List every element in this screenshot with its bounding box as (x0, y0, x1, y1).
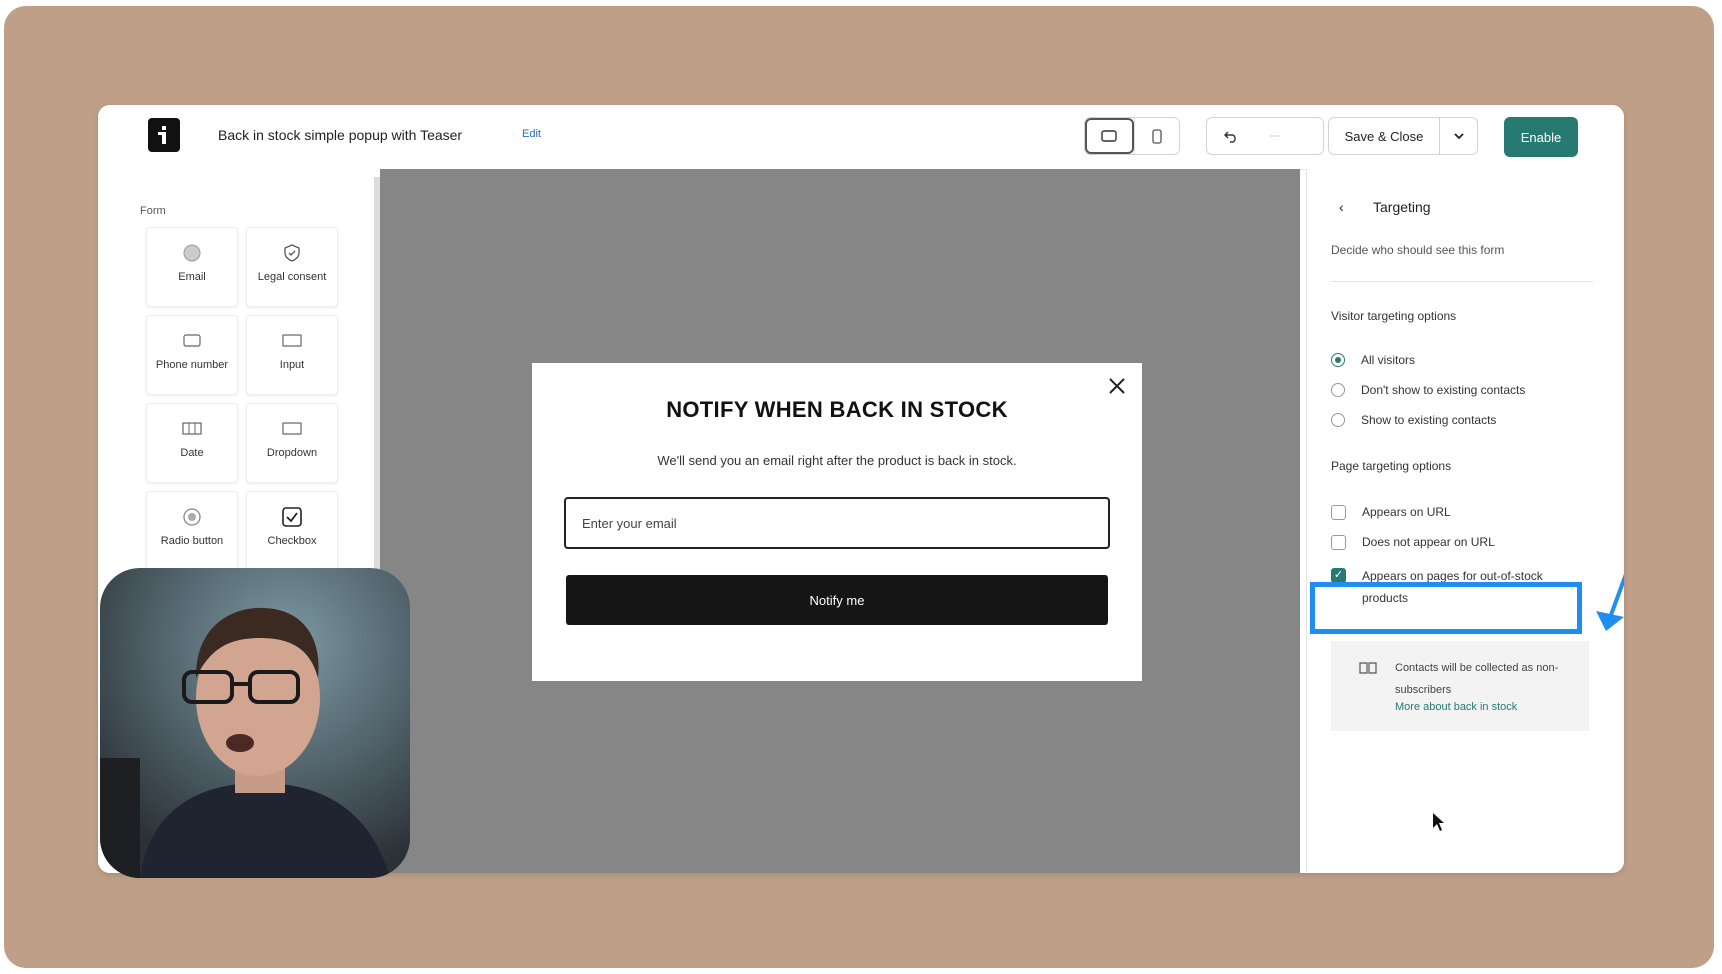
preview-canvas: NOTIFY WHEN BACK IN STOCK We'll send you… (380, 169, 1300, 873)
email-icon (182, 242, 202, 264)
undo-icon (1224, 131, 1236, 143)
redo-button[interactable] (1269, 134, 1281, 138)
popup-title: NOTIFY WHEN BACK IN STOCK (666, 397, 1008, 422)
checkbox-appears-on-url[interactable]: Appears on URL (1331, 505, 1451, 520)
logo-icon (158, 126, 166, 144)
desktop-view-button[interactable] (1085, 118, 1134, 154)
radio-unselected[interactable] (1331, 413, 1345, 427)
mobile-view-button[interactable] (1133, 118, 1180, 154)
visitor-targeting-heading: Visitor targeting options (1331, 309, 1457, 323)
tile-label: Checkbox (267, 535, 317, 547)
checkbox-unchecked[interactable] (1331, 505, 1346, 520)
element-tile-legal-consent[interactable]: Legal consent (246, 227, 338, 307)
book-icon (1359, 661, 1377, 680)
element-tile-radio[interactable]: Radio button (146, 491, 238, 571)
radio-selected[interactable] (1331, 353, 1345, 367)
option-label: Show to existing contacts (1361, 413, 1497, 427)
redo-icon (1270, 135, 1280, 137)
radio-unselected[interactable] (1331, 383, 1345, 397)
tile-label: Phone number (155, 359, 229, 371)
element-tile-input[interactable]: Input (246, 315, 338, 395)
annotation-arrow (1596, 573, 1624, 631)
checkbox-icon (282, 506, 302, 528)
checkbox-not-on-url[interactable]: Does not appear on URL (1331, 535, 1495, 550)
save-close-button[interactable]: Save & Close (1328, 117, 1440, 155)
tile-label: Date (180, 447, 204, 459)
top-bar: Back in stock simple popup with Teaser E… (98, 105, 1624, 170)
radio-dont-show-existing[interactable]: Don't show to existing contacts (1331, 383, 1525, 397)
close-icon[interactable] (1106, 375, 1128, 397)
tile-label: Dropdown (266, 447, 318, 459)
tile-label: Email (178, 271, 206, 283)
element-tile-dropdown[interactable]: Dropdown (246, 403, 338, 483)
option-label: Don't show to existing contacts (1361, 383, 1526, 397)
email-field[interactable]: Enter your email (564, 497, 1110, 549)
radio-all-visitors[interactable]: All visitors (1331, 353, 1415, 367)
app-logo[interactable] (148, 118, 180, 152)
chevron-down-icon (1453, 133, 1464, 140)
option-label: All visitors (1361, 353, 1416, 367)
tile-label: Legal consent (257, 271, 327, 283)
element-tile-email[interactable]: Email (146, 227, 238, 307)
page-targeting-heading: Page targeting options (1331, 459, 1452, 473)
panel-title: Targeting (1373, 199, 1431, 215)
form-title: Back in stock simple popup with Teaser (218, 127, 463, 143)
tile-label: Radio button (160, 535, 224, 547)
presenter-webcam (100, 568, 410, 878)
checkbox-checked[interactable]: ✓ (1331, 568, 1346, 583)
radio-show-existing[interactable]: Show to existing contacts (1331, 413, 1496, 427)
save-options-dropdown[interactable] (1440, 117, 1478, 155)
checkbox-unchecked[interactable] (1331, 535, 1346, 550)
info-text: Contacts will be collected as non-subscr… (1395, 662, 1559, 696)
shield-icon (284, 242, 300, 264)
option-label: Does not appear on URL (1362, 535, 1495, 549)
element-tile-phone[interactable]: Phone number (146, 315, 238, 395)
radio-icon (182, 506, 202, 528)
popup-subtitle: We'll send you an email right after the … (657, 453, 1017, 468)
annotation-highlight-box (1310, 582, 1582, 634)
element-tile-checkbox[interactable]: Checkbox (246, 491, 338, 571)
enable-button[interactable]: Enable (1504, 117, 1578, 157)
phone-icon (183, 330, 201, 352)
targeting-panel: ‹ Targeting Decide who should see this f… (1306, 169, 1624, 873)
email-placeholder: Enter your email (582, 515, 677, 531)
notify-me-button[interactable]: Notify me (566, 575, 1108, 625)
desktop-icon (1101, 129, 1117, 142)
popup-preview[interactable]: NOTIFY WHEN BACK IN STOCK We'll send you… (532, 363, 1142, 681)
calendar-icon (182, 418, 202, 440)
section-label: Form (140, 205, 166, 217)
device-toggle (1084, 117, 1180, 155)
option-label: Appears on URL (1362, 505, 1451, 519)
back-chevron-icon[interactable]: ‹ (1339, 199, 1344, 215)
mouse-cursor-icon (1433, 813, 1444, 831)
video-frame: Back in stock simple popup with Teaser E… (4, 6, 1714, 968)
undo-redo-group (1206, 117, 1324, 155)
element-tile-date[interactable]: Date (146, 403, 238, 483)
tile-label: Input (279, 359, 305, 371)
input-icon (282, 330, 302, 352)
panel-description: Decide who should see this form (1331, 243, 1505, 257)
undo-button[interactable] (1223, 129, 1239, 143)
edit-title-link[interactable]: Edit (522, 128, 541, 140)
info-callout: Contacts will be collected as non-subscr… (1331, 641, 1589, 731)
info-link[interactable]: More about back in stock (1395, 701, 1517, 713)
dropdown-icon (282, 418, 302, 440)
mobile-icon (1152, 128, 1162, 144)
divider (1331, 281, 1593, 282)
presenter-image (100, 607, 390, 878)
